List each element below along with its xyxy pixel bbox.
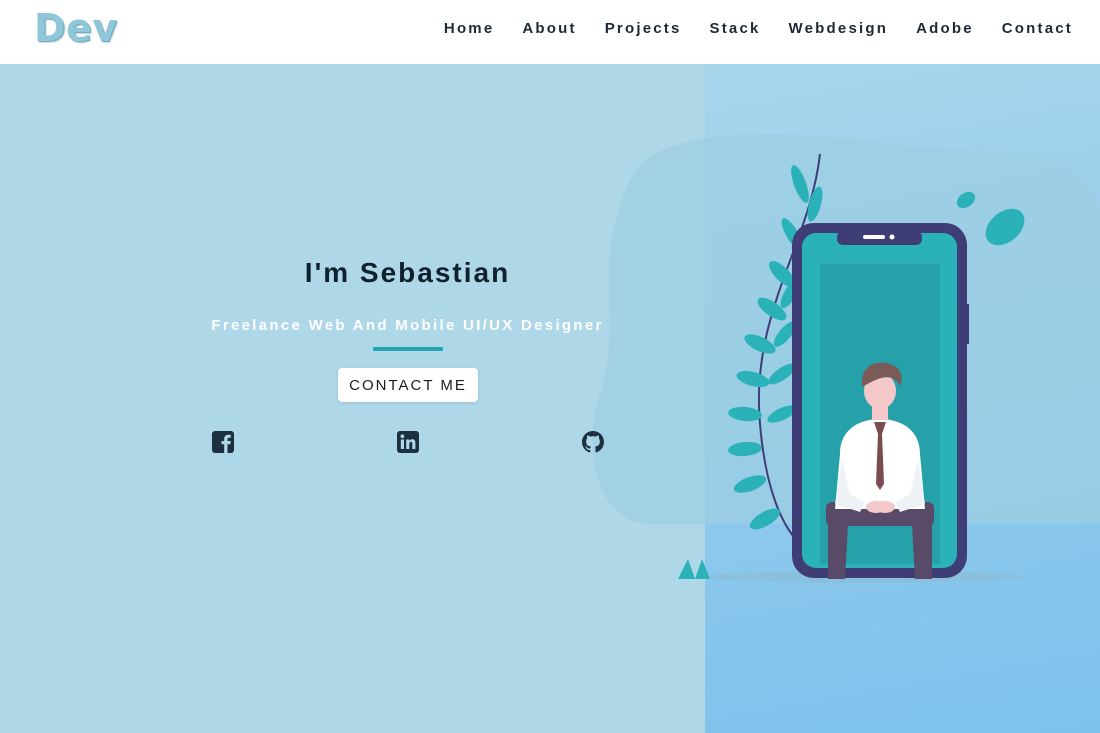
nav-item-projects: Projects: [605, 20, 682, 38]
nav-item-about: About: [522, 20, 576, 38]
contact-me-button[interactable]: CONTACT ME: [338, 368, 478, 402]
title-underline: [373, 347, 443, 351]
nav-link-stack[interactable]: Stack: [710, 20, 761, 37]
nav-link-contact[interactable]: Contact: [1002, 20, 1073, 37]
logo[interactable]: Dev: [34, 4, 118, 52]
nav-item-home: Home: [444, 20, 494, 38]
nav-link-adobe[interactable]: Adobe: [916, 20, 974, 37]
github-link[interactable]: [581, 430, 605, 454]
hero-section: I'm Sebastian Freelance Web And Mobile U…: [0, 64, 1100, 733]
hero-subtitle: Freelance Web And Mobile UI/UX Designer: [211, 317, 604, 334]
nav-link-home[interactable]: Home: [444, 20, 494, 37]
facebook-link[interactable]: [211, 430, 235, 454]
nav-link-about[interactable]: About: [522, 20, 576, 37]
nav-link-projects[interactable]: Projects: [605, 20, 682, 37]
nav-item-contact: Contact: [1002, 20, 1073, 38]
nav-link-webdesign[interactable]: Webdesign: [789, 20, 889, 37]
hero-title: I'm Sebastian: [304, 257, 511, 288]
linkedin-icon: [397, 431, 419, 453]
github-icon: [582, 431, 604, 453]
nav-item-adobe: Adobe: [916, 20, 974, 38]
linkedin-link[interactable]: [396, 430, 420, 454]
nav-item-webdesign: Webdesign: [789, 20, 889, 38]
nav-item-stack: Stack: [710, 20, 761, 38]
hero-text-block: I'm Sebastian Freelance Web And Mobile U…: [0, 64, 815, 733]
navbar: Dev Home About Projects Stack Webdesign …: [0, 0, 1100, 64]
nav-menu: Home About Projects Stack Webdesign Adob…: [444, 0, 1073, 58]
facebook-icon: [212, 431, 234, 453]
